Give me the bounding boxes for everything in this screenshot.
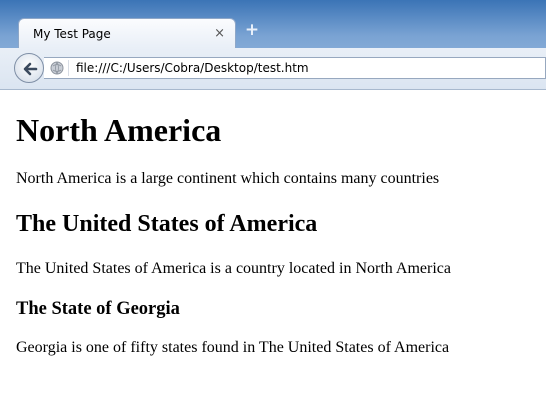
tab-title: My Test Page xyxy=(33,27,111,41)
address-text[interactable]: file:///C:/Users/Cobra/Desktop/test.htm xyxy=(76,61,309,75)
paragraph-georgia: Georgia is one of fifty states found in … xyxy=(16,339,450,356)
paragraph-united-states: The United States of America is a countr… xyxy=(16,260,451,277)
address-bar[interactable]: file:///C:/Users/Cobra/Desktop/test.htm xyxy=(44,57,546,79)
tab-strip: My Test Page × + xyxy=(0,0,546,48)
new-tab-button[interactable]: + xyxy=(244,22,260,39)
page-content: North America North America is a large c… xyxy=(16,92,536,357)
address-divider xyxy=(68,60,69,76)
heading-north-america: North America xyxy=(16,112,222,148)
browser-chrome: My Test Page × + file:///C:/Users/Cobra/… xyxy=(0,0,546,90)
tab-my-test-page[interactable]: My Test Page × xyxy=(18,18,236,48)
back-button[interactable] xyxy=(14,53,44,83)
heading-georgia: The State of Georgia xyxy=(16,299,180,319)
back-arrow-icon xyxy=(23,62,38,76)
globe-icon xyxy=(50,61,64,75)
paragraph-north-america: North America is a large continent which… xyxy=(16,170,440,187)
close-tab-icon[interactable]: × xyxy=(214,26,225,41)
heading-united-states: The United States of America xyxy=(16,211,318,237)
navigation-bar: file:///C:/Users/Cobra/Desktop/test.htm xyxy=(0,48,546,90)
